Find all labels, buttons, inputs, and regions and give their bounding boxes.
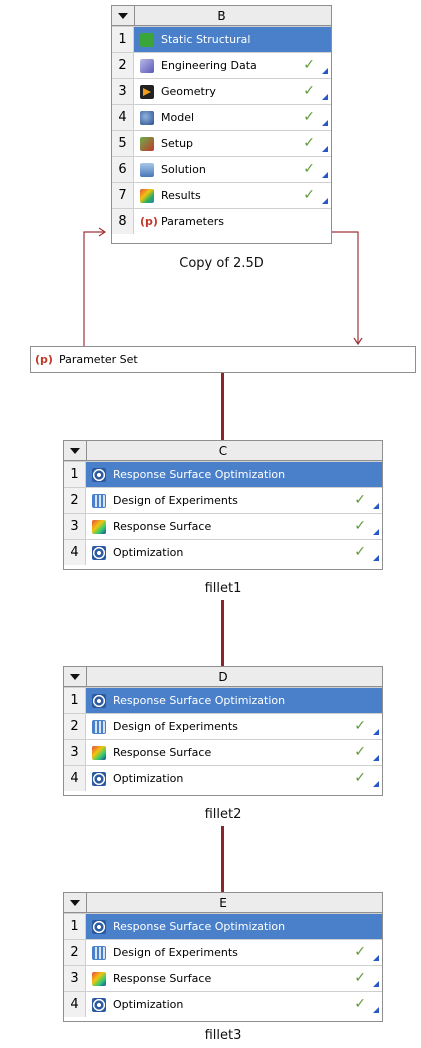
system-e-letter: E: [219, 895, 227, 910]
output-parameter-link: [332, 231, 359, 344]
input-parameter-link: [83, 231, 105, 346]
row-number: 4: [64, 540, 86, 565]
cell-response-surface-optimization[interactable]: 1 Response Surface Optimization: [64, 687, 382, 713]
parameter-set-label: Parameter Set: [58, 353, 138, 366]
optimization-icon: [92, 545, 106, 560]
row-label: Response Surface: [113, 972, 212, 985]
row-number: 2: [64, 714, 86, 739]
cell-design-of-experiments[interactable]: 2 Design of Experiments ✓: [64, 939, 382, 965]
response-surface-optimization-icon: [92, 693, 106, 708]
row-label: Design of Experiments: [113, 494, 238, 507]
row-label: Response Surface Optimization: [113, 468, 286, 481]
corner-triangle-icon: [373, 955, 379, 961]
system-c-letter: C: [218, 443, 228, 458]
collapse-menu-icon[interactable]: [64, 893, 87, 912]
up-to-date-check-icon: ✓: [354, 970, 366, 986]
up-to-date-check-icon: ✓: [354, 770, 366, 786]
cell-design-of-experiments[interactable]: 2 Design of Experiments ✓: [64, 713, 382, 739]
corner-triangle-icon: [373, 981, 379, 987]
optimization-icon: [92, 771, 106, 786]
up-to-date-check-icon: ✓: [354, 544, 366, 560]
row-number: 1: [64, 688, 86, 713]
system-c-caption[interactable]: fillet1: [63, 581, 383, 596]
system-d-caption[interactable]: fillet2: [63, 807, 383, 822]
cell-design-of-experiments[interactable]: 2 Design of Experiments ✓: [64, 487, 382, 513]
up-to-date-check-icon: ✓: [354, 718, 366, 734]
row-label: Response Surface: [113, 520, 212, 533]
row-label: Optimization: [113, 772, 184, 785]
collapse-menu-icon[interactable]: [64, 667, 87, 686]
cell-response-surface[interactable]: 3 Response Surface ✓: [64, 513, 382, 539]
response-surface-optimization-icon: [92, 919, 106, 934]
corner-triangle-icon: [373, 503, 379, 509]
cell-response-surface-optimization[interactable]: 1 Response Surface Optimization: [64, 461, 382, 487]
row-label: Response Surface: [113, 746, 212, 759]
row-number: 3: [64, 740, 86, 765]
up-to-date-check-icon: ✓: [354, 944, 366, 960]
cell-response-surface[interactable]: 3 Response Surface ✓: [64, 739, 382, 765]
parameter-set-icon: (p): [35, 353, 53, 366]
row-label: Response Surface Optimization: [113, 694, 286, 707]
system-e-header: E: [64, 893, 382, 913]
up-to-date-check-icon: ✓: [354, 492, 366, 508]
design-of-experiments-icon: [92, 493, 106, 508]
collapse-menu-icon[interactable]: [64, 441, 87, 460]
cell-optimization[interactable]: 4 Optimization ✓: [64, 765, 382, 791]
cell-response-surface[interactable]: 3 Response Surface ✓: [64, 965, 382, 991]
cell-optimization[interactable]: 4 Optimization ✓: [64, 539, 382, 565]
corner-triangle-icon: [373, 729, 379, 735]
row-number: 2: [64, 488, 86, 513]
corner-triangle-icon: [373, 781, 379, 787]
row-label: Optimization: [113, 998, 184, 1011]
response-surface-icon: [92, 519, 106, 534]
system-e-caption[interactable]: fillet3: [63, 1028, 383, 1043]
response-surface-optimization-icon: [92, 467, 106, 482]
parameter-links: [83, 227, 363, 346]
row-number: 2: [64, 940, 86, 965]
design-of-experiments-icon: [92, 945, 106, 960]
system-d-block[interactable]: D 1 Response Surface Optimization 2 Desi…: [63, 666, 383, 796]
row-number: 1: [64, 914, 86, 939]
cell-optimization[interactable]: 4 Optimization ✓: [64, 991, 382, 1017]
row-label: Optimization: [113, 546, 184, 559]
row-label: Design of Experiments: [113, 720, 238, 733]
up-to-date-check-icon: ✓: [354, 518, 366, 534]
row-number: 3: [64, 514, 86, 539]
corner-triangle-icon: [373, 529, 379, 535]
system-e-block[interactable]: E 1 Response Surface Optimization 2 Desi…: [63, 892, 383, 1022]
row-number: 3: [64, 966, 86, 991]
system-c-header: C: [64, 441, 382, 461]
parameter-set-bar[interactable]: (p) Parameter Set: [30, 346, 416, 373]
row-number: 4: [64, 766, 86, 791]
link-c-to-d: [221, 600, 224, 666]
row-number: 1: [64, 462, 86, 487]
row-label: Response Surface Optimization: [113, 920, 286, 933]
corner-triangle-icon: [373, 1007, 379, 1013]
link-paramset-to-c: [221, 373, 224, 440]
cell-response-surface-optimization[interactable]: 1 Response Surface Optimization: [64, 913, 382, 939]
system-d-header: D: [64, 667, 382, 687]
response-surface-icon: [92, 971, 106, 986]
up-to-date-check-icon: ✓: [354, 996, 366, 1012]
link-d-to-e: [221, 826, 224, 892]
response-surface-icon: [92, 745, 106, 760]
row-label: Design of Experiments: [113, 946, 238, 959]
corner-triangle-icon: [373, 755, 379, 761]
system-c-block[interactable]: C 1 Response Surface Optimization 2 Desi…: [63, 440, 383, 570]
design-of-experiments-icon: [92, 719, 106, 734]
system-d-letter: D: [218, 669, 228, 684]
corner-triangle-icon: [373, 555, 379, 561]
up-to-date-check-icon: ✓: [354, 744, 366, 760]
optimization-icon: [92, 997, 106, 1012]
row-number: 4: [64, 992, 86, 1017]
